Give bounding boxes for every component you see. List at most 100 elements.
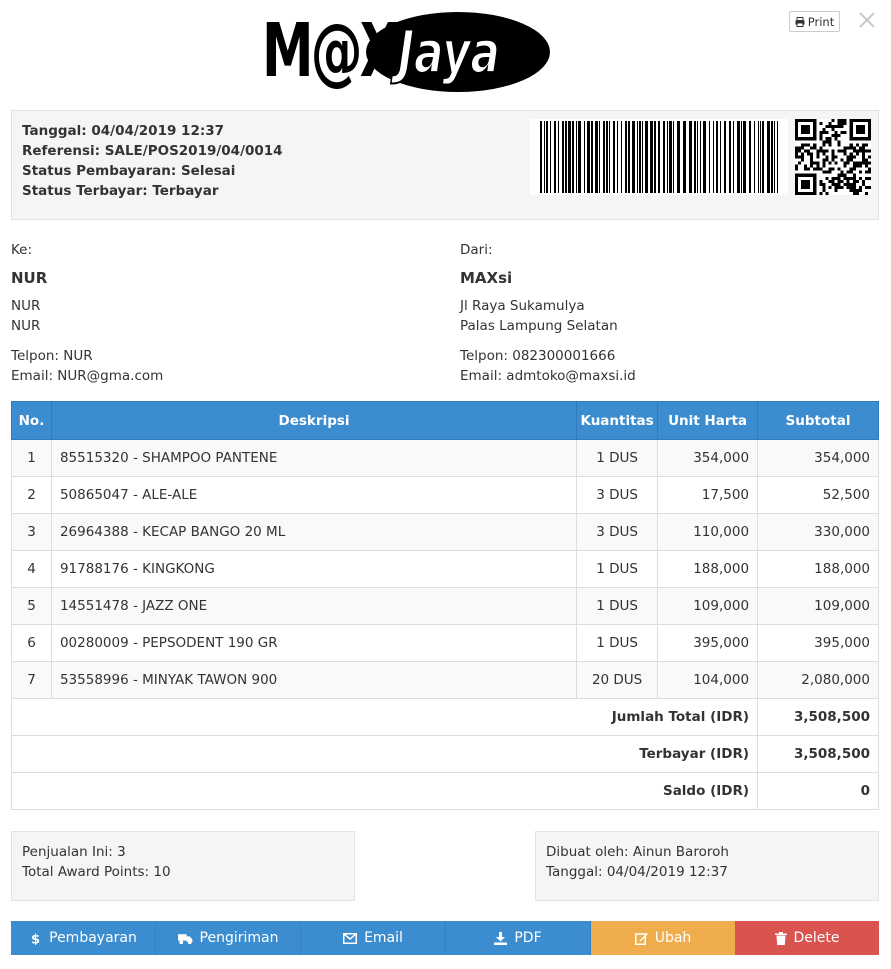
- row-subtotal: 354,000: [757, 439, 879, 477]
- total-row: Jumlah Total (IDR) 3,508,500: [10, 698, 879, 736]
- delete-label: Delete: [793, 930, 840, 946]
- customer-address: Ke: NUR NUR NUR Telpon: NUR Email: NUR@g…: [11, 240, 431, 386]
- created-by: Dibuat oleh: Ainun Baroroh: [546, 844, 729, 860]
- print-label: Print: [807, 14, 835, 29]
- paid-row: Terbayar (IDR) 3,508,500: [10, 735, 879, 773]
- created-by-panel: Dibuat oleh: Ainun Baroroh Tanggal: 04/0…: [535, 831, 879, 901]
- row-subtotal: 188,000: [757, 550, 879, 588]
- balance-row: Saldo (IDR) 0: [10, 772, 879, 810]
- to-label: Ke:: [11, 242, 33, 258]
- row-unit-price: 110,000: [657, 513, 759, 551]
- header-description: Deskripsi: [50, 401, 578, 440]
- row-description: 14551478 - JAZZ ONE: [50, 587, 578, 625]
- pdf-label: PDF: [514, 930, 542, 946]
- edit-label: Ubah: [654, 930, 692, 946]
- row-unit-price: 188,000: [657, 550, 759, 588]
- paid-status: Status Terbayar: Terbayar: [22, 183, 219, 199]
- row-description: 00280009 - PEPSODENT 190 GR: [50, 624, 578, 662]
- shipping-button[interactable]: Pengiriman: [156, 921, 301, 955]
- row-no: 6: [11, 624, 52, 662]
- row-no: 2: [11, 476, 52, 514]
- table-row: 6 00280009 - PEPSODENT 190 GR 1 DUS 395,…: [11, 624, 879, 662]
- row-description: 85515320 - SHAMPOO PANTENE: [50, 439, 578, 477]
- invoice-info-panel: Tanggal: 04/04/2019 12:37 Referensi: SAL…: [11, 110, 879, 220]
- truck-icon: [177, 933, 192, 944]
- seller-line2: Palas Lampung Selatan: [460, 318, 618, 334]
- customer-name: NUR: [11, 269, 48, 287]
- row-unit-price: 395,000: [657, 624, 759, 662]
- balance-label: Saldo (IDR): [10, 772, 759, 810]
- row-quantity: 1 DUS: [576, 550, 659, 588]
- row-no: 3: [11, 513, 52, 551]
- row-unit-price: 109,000: [657, 587, 759, 625]
- from-label: Dari:: [460, 242, 493, 258]
- table-row: 1 85515320 - SHAMPOO PANTENE 1 DUS 354,0…: [11, 439, 879, 477]
- sales-count: Penjualan Ini: 3: [22, 844, 126, 860]
- row-description: 53558996 - MINYAK TAWON 900: [50, 661, 578, 699]
- row-quantity: 20 DUS: [576, 661, 659, 699]
- close-icon[interactable]: [856, 9, 878, 31]
- items-table: No. Deskripsi Kuantitas Unit Harta Subto…: [10, 401, 879, 810]
- balance-value: 0: [757, 772, 879, 810]
- seller-phone: Telpon: 082300001666: [460, 348, 616, 364]
- row-quantity: 3 DUS: [576, 476, 659, 514]
- total-value: 3,508,500: [757, 698, 879, 736]
- table-row: 7 53558996 - MINYAK TAWON 900 20 DUS 104…: [11, 661, 879, 699]
- dollar-icon: $: [31, 932, 40, 945]
- table-header-row: No. Deskripsi Kuantitas Unit Harta Subto…: [11, 401, 879, 440]
- seller-email: Email: admtoko@maxsi.id: [460, 368, 636, 384]
- seller-address: Dari: MAXsi Jl Raya Sukamulya Palas Lamp…: [460, 240, 880, 386]
- invoice-date: Tanggal: 04/04/2019 12:37: [22, 123, 225, 139]
- customer-email: Email: NUR@gma.com: [11, 368, 164, 384]
- edit-button[interactable]: Ubah: [591, 921, 735, 955]
- invoice-reference: Referensi: SALE/POS2019/04/0014: [22, 143, 283, 159]
- table-row: 4 91788176 - KINGKONG 1 DUS 188,000 188,…: [11, 550, 879, 588]
- delete-button[interactable]: Delete: [735, 921, 879, 955]
- seller-name: MAXsi: [460, 269, 513, 287]
- table-row: 3 26964388 - KECAP BANGO 20 ML 3 DUS 110…: [11, 513, 879, 551]
- sales-summary-panel: Penjualan Ini: 3 Total Award Points: 10: [11, 831, 355, 901]
- paid-value: 3,508,500: [757, 735, 879, 773]
- customer-line2: NUR: [11, 318, 41, 334]
- edit-icon: [634, 932, 648, 945]
- payment-status: Status Pembayaran: Selesai: [22, 163, 236, 179]
- row-description: 50865047 - ALE-ALE: [50, 476, 578, 514]
- row-subtotal: 330,000: [757, 513, 879, 551]
- table-row: 5 14551478 - JAZZ ONE 1 DUS 109,000 109,…: [11, 587, 879, 625]
- customer-line1: NUR: [11, 298, 41, 314]
- download-icon: [494, 931, 508, 945]
- table-row: 2 50865047 - ALE-ALE 3 DUS 17,500 52,500: [11, 476, 879, 514]
- row-subtotal: 395,000: [757, 624, 879, 662]
- logo-text-right: Jaya: [397, 17, 500, 87]
- trash-icon: [774, 931, 787, 945]
- total-label: Jumlah Total (IDR): [10, 698, 759, 736]
- header-unit-price: Unit Harta: [657, 401, 759, 440]
- header-quantity: Kuantitas: [576, 401, 659, 440]
- email-label: Email: [364, 930, 403, 946]
- svg-text:$: $: [31, 932, 40, 945]
- award-points: Total Award Points: 10: [22, 864, 171, 880]
- barcode-image: [530, 119, 788, 195]
- row-unit-price: 354,000: [657, 439, 759, 477]
- shipping-label: Pengiriman: [199, 930, 279, 946]
- seller-line1: Jl Raya Sukamulya: [460, 298, 585, 314]
- row-quantity: 1 DUS: [576, 624, 659, 662]
- print-button[interactable]: Print: [789, 11, 840, 32]
- row-description: 91788176 - KINGKONG: [50, 550, 578, 588]
- paid-label: Terbayar (IDR): [10, 735, 759, 773]
- row-subtotal: 2,080,000: [757, 661, 879, 699]
- row-no: 5: [11, 587, 52, 625]
- row-no: 4: [11, 550, 52, 588]
- row-unit-price: 17,500: [657, 476, 759, 514]
- payment-button[interactable]: $ Pembayaran: [11, 921, 156, 955]
- email-button[interactable]: Email: [301, 921, 446, 955]
- customer-phone: Telpon: NUR: [11, 348, 93, 364]
- qr-code-image: [795, 119, 871, 195]
- action-bar: $ Pembayaran Pengiriman Email PDF Ubah D…: [11, 921, 879, 955]
- pdf-button[interactable]: PDF: [446, 921, 591, 955]
- row-subtotal: 109,000: [757, 587, 879, 625]
- row-quantity: 1 DUS: [576, 587, 659, 625]
- header-subtotal: Subtotal: [757, 401, 879, 440]
- payment-label: Pembayaran: [49, 930, 137, 946]
- created-date: Tanggal: 04/04/2019 12:37: [546, 864, 728, 880]
